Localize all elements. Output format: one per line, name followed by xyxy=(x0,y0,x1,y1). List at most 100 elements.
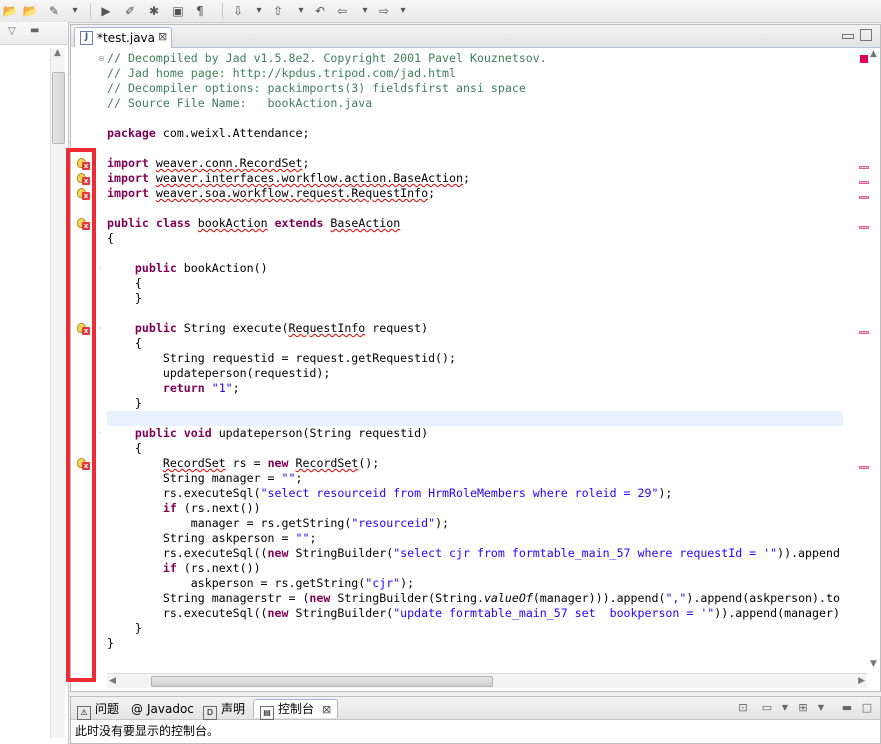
code-line[interactable]: manager = rs.getString("resourceid"); xyxy=(107,516,449,531)
code-line[interactable]: public void updateperson(String requesti… xyxy=(107,426,428,441)
code-line[interactable]: { xyxy=(107,336,142,351)
code-line[interactable]: if (rs.next()) xyxy=(107,561,261,576)
last-edit-icon[interactable]: ↶ xyxy=(312,3,328,19)
editor-horizontal-scrollbar[interactable]: ◀ ▶ xyxy=(107,673,867,688)
save-icon[interactable]: ▣ xyxy=(170,3,186,19)
close-tab-icon[interactable]: ⊠ xyxy=(158,30,167,43)
scroll-left-icon[interactable]: ◀ xyxy=(109,676,116,686)
highlight-icon[interactable]: ✐ xyxy=(122,3,138,19)
maximize-panel-icon[interactable]: □ xyxy=(861,702,873,714)
code-token: package xyxy=(107,126,156,140)
code-token: void xyxy=(183,426,212,440)
scroll-down-icon[interactable]: ▼ xyxy=(870,659,877,669)
code-line[interactable]: RecordSet rs = new RecordSet(); xyxy=(107,456,379,471)
code-line[interactable]: { xyxy=(107,441,142,456)
debug-icon[interactable]: ✱ xyxy=(146,3,162,19)
code-line[interactable]: public bookAction() xyxy=(107,261,268,276)
code-line[interactable]: import weaver.conn.RecordSet; xyxy=(107,156,309,171)
code-line[interactable]: { xyxy=(107,231,114,246)
fold-toggle-icon[interactable]: ◦ xyxy=(98,430,105,438)
code-line[interactable]: public String execute(RequestInfo reques… xyxy=(107,321,428,336)
fold-toggle-icon[interactable]: ⊖ xyxy=(98,55,105,63)
code-token: ; xyxy=(309,531,317,545)
code-line[interactable]: rs.executeSql("select resourceid from Hr… xyxy=(107,486,673,501)
pin-icon[interactable]: ✎ xyxy=(46,3,62,19)
code-line[interactable]: String manager = ""; xyxy=(107,471,303,486)
tab-test-java[interactable]: J *test.java ⊠ xyxy=(74,27,172,48)
scroll-up-icon[interactable]: ▲ xyxy=(54,48,61,58)
dropdown-icon[interactable]: ▾ xyxy=(70,3,80,19)
code-line[interactable]: if (rs.next()) xyxy=(107,501,261,516)
code-line[interactable]: // Decompiler options: packimports(3) fi… xyxy=(107,81,526,96)
fold-toggle-icon[interactable]: ◦ xyxy=(98,325,105,333)
back-icon[interactable]: ⇦ xyxy=(334,3,350,19)
minimize-panel-icon[interactable]: ▬ xyxy=(841,702,853,714)
minimize-editor-icon[interactable] xyxy=(842,34,854,39)
code-line[interactable]: package com.weixl.Attendance; xyxy=(107,126,309,141)
open-folder-icon[interactable]: 📂 xyxy=(22,3,38,19)
open-console-icon[interactable]: ⊞ xyxy=(797,702,809,714)
left-scroll-thumb[interactable] xyxy=(52,72,65,144)
next-annotation-icon[interactable]: ⇩ xyxy=(230,3,246,19)
code-line[interactable]: String askperson = ""; xyxy=(107,531,317,546)
editor-tab-bar: J *test.java ⊠ xyxy=(71,25,880,48)
code-line[interactable]: } xyxy=(107,291,142,306)
code-line[interactable]: String managerstr = (new StringBuilder(S… xyxy=(107,591,840,606)
code-line[interactable]: updateperson(requestid); xyxy=(107,366,331,381)
code-line[interactable]: { xyxy=(107,276,142,291)
view-menu-icon[interactable]: ▽ xyxy=(8,26,16,37)
tab-console[interactable]: ▤ 控制台 ⊠ xyxy=(253,699,339,720)
code-token: "update formtable_main_57 set bookperson… xyxy=(393,606,715,620)
fold-toggle-icon[interactable]: ◦ xyxy=(98,265,105,273)
dropdown-icon[interactable]: ▾ xyxy=(360,3,370,19)
paragraph-icon[interactable]: ¶ xyxy=(192,3,208,19)
pin-console-icon[interactable]: ⊡ xyxy=(737,702,749,714)
code-token: (); xyxy=(358,456,380,470)
minimize-icon[interactable]: ▬ xyxy=(30,25,39,36)
dropdown-icon[interactable]: ▾ xyxy=(398,3,408,19)
code-line[interactable]: return "1"; xyxy=(107,381,240,396)
dropdown-icon[interactable]: ▼ xyxy=(779,702,791,714)
run-icon[interactable]: ▶ xyxy=(98,3,114,19)
code-line[interactable]: } xyxy=(107,396,142,411)
tab-declaration[interactable]: D 声明 xyxy=(203,700,245,720)
code-line[interactable]: // Decompiled by Jad v1.5.8e2. Copyright… xyxy=(107,51,547,66)
error-token: RequestInfo xyxy=(288,321,366,335)
code-area[interactable]: // Decompiled by Jad v1.5.8e2. Copyright… xyxy=(107,51,845,671)
code-line[interactable]: rs.executeSql((new StringBuilder("update… xyxy=(107,606,840,621)
code-line[interactable]: import weaver.soa.workflow.request.Reque… xyxy=(107,186,435,201)
folding-ruler[interactable] xyxy=(95,47,105,671)
code-token: import xyxy=(107,186,149,200)
code-token: "resourceid" xyxy=(351,516,436,530)
scroll-up-icon[interactable]: ▲ xyxy=(870,49,877,59)
dropdown-icon[interactable]: ▾ xyxy=(254,3,264,19)
prev-annotation-icon[interactable]: ⇧ xyxy=(270,3,286,19)
code-line[interactable]: // Source File Name: bookAction.java xyxy=(107,96,372,111)
code-line[interactable]: String requestid = request.getRequestid(… xyxy=(107,351,456,366)
forward-icon[interactable]: ⇨ xyxy=(376,3,392,19)
close-tab-icon[interactable]: ⊠ xyxy=(322,703,331,716)
maximize-editor-icon[interactable] xyxy=(860,29,872,41)
dropdown-icon[interactable]: ▾ xyxy=(296,3,306,19)
code-line[interactable]: } xyxy=(107,636,114,651)
error-token: bookAction xyxy=(197,216,268,230)
display-console-icon[interactable]: ▭ xyxy=(761,702,773,714)
editor-vertical-scrollbar[interactable]: ▲ ▼ xyxy=(868,47,880,671)
left-scrollbar[interactable]: ▲ xyxy=(50,48,65,738)
toolbar-separator xyxy=(90,3,91,19)
code-line[interactable]: askperson = rs.getString("cjr"); xyxy=(107,576,414,591)
code-line[interactable]: import weaver.interfaces.workflow.action… xyxy=(107,171,470,186)
horizontal-scroll-thumb[interactable] xyxy=(151,676,493,687)
tab-problems[interactable]: ⚠ 问题 xyxy=(77,700,119,720)
open-folder-icon[interactable]: 📂 xyxy=(2,3,18,19)
scroll-right-icon[interactable]: ▶ xyxy=(858,676,865,686)
code-token: { xyxy=(107,276,142,290)
code-line[interactable]: rs.executeSql((new StringBuilder("select… xyxy=(107,546,840,561)
tab-javadoc[interactable]: @ Javadoc xyxy=(131,700,194,718)
dropdown-icon[interactable]: ▼ xyxy=(815,702,827,714)
code-line[interactable]: } xyxy=(107,621,142,636)
code-line[interactable]: // Jad home page: http://kpdus.tripod.co… xyxy=(107,66,456,81)
code-line[interactable]: public class bookAction extends BaseActi… xyxy=(107,216,400,231)
